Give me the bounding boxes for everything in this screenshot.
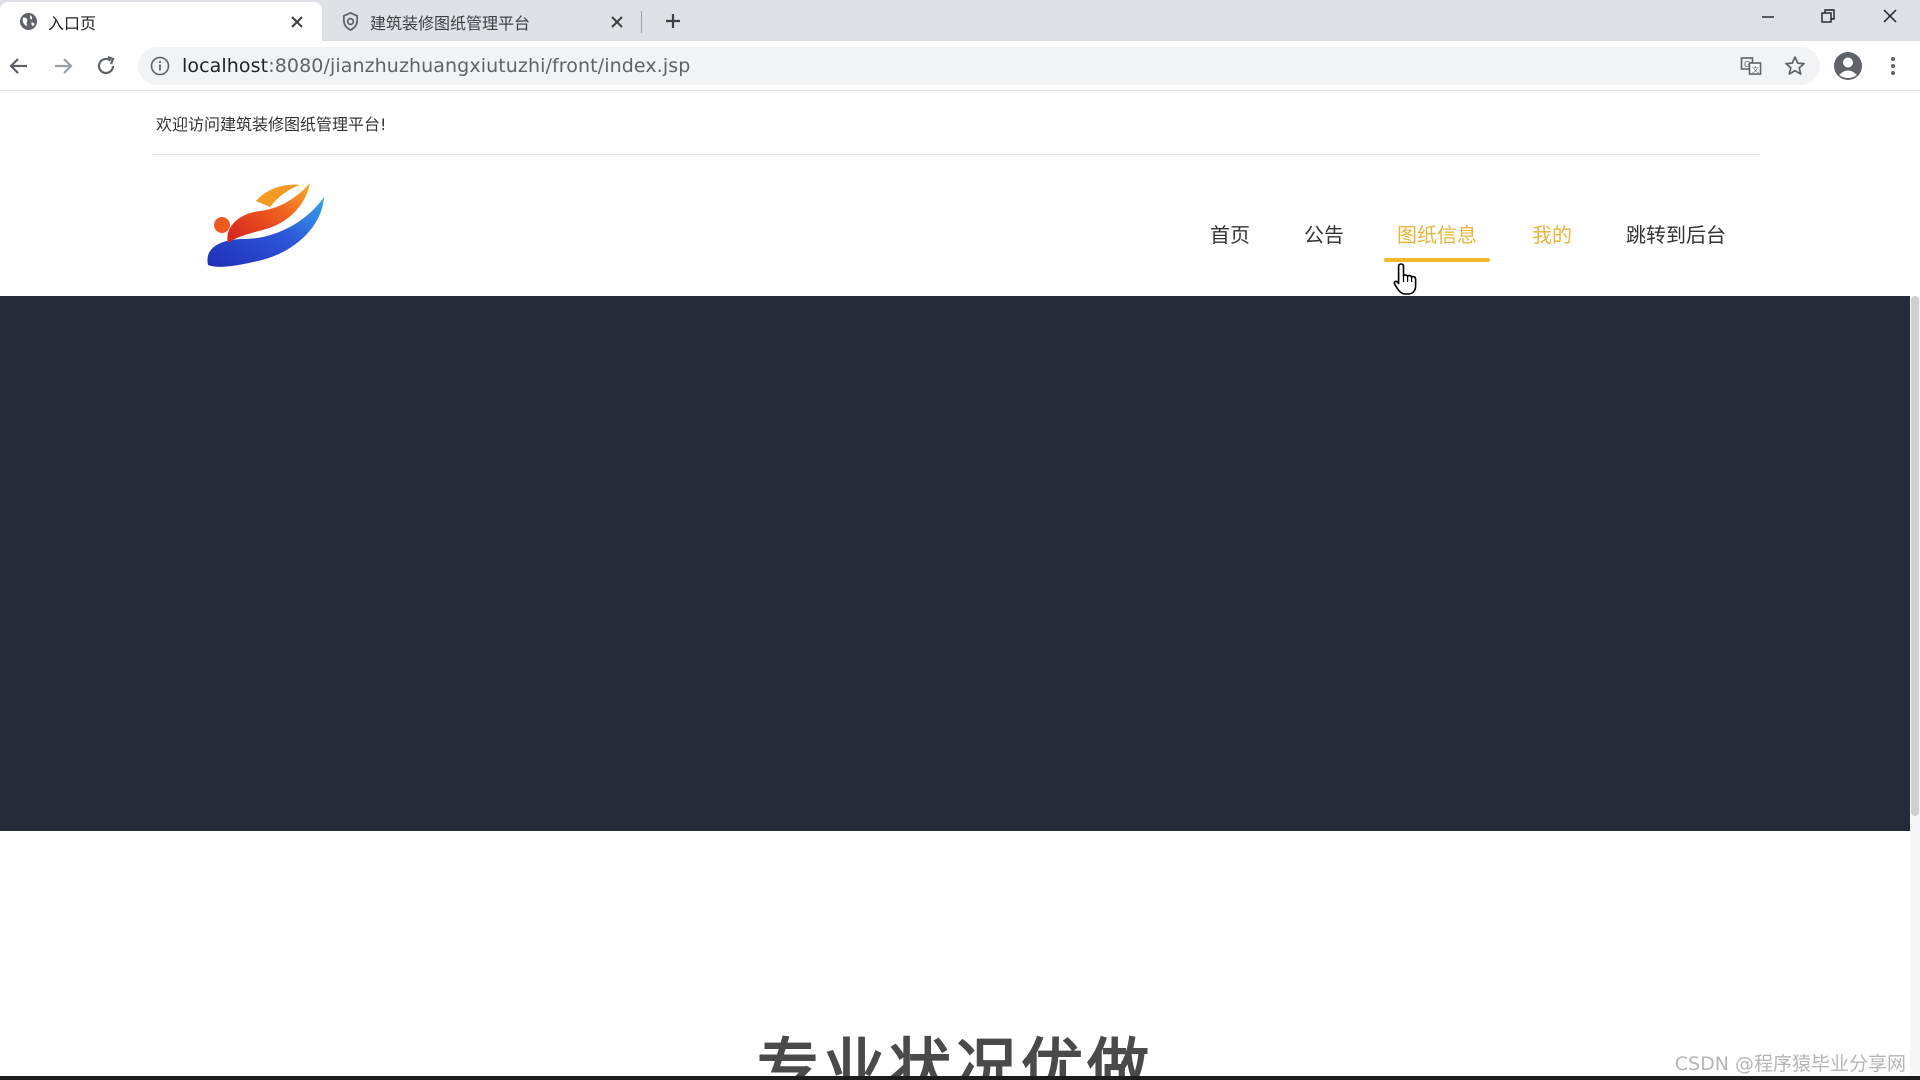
browser-tab-active[interactable]: 入口页 (0, 2, 322, 41)
welcome-text: 欢迎访问建筑装修图纸管理平台! (156, 115, 387, 134)
back-button[interactable] (2, 49, 36, 83)
scrollbar-thumb[interactable] (1911, 296, 1919, 816)
nav-item-drawings[interactable]: 图纸信息 (1384, 219, 1490, 262)
banner-carousel[interactable] (0, 296, 1910, 831)
nav-item-label: 图纸信息 (1397, 223, 1477, 247)
reload-icon (97, 55, 115, 75)
nav-item-home[interactable]: 首页 (1208, 219, 1252, 255)
forward-button[interactable] (46, 49, 80, 83)
restore-icon (1821, 9, 1835, 23)
restore-button[interactable] (1798, 0, 1858, 32)
close-icon[interactable] (286, 11, 308, 33)
browser-toolbar: localhost:8080/jianzhuzhuangxiutuzhi/fro… (0, 41, 1920, 91)
url-path: :8080/jianzhuzhuangxiutuzhi/front/index.… (268, 55, 691, 77)
globe-icon (18, 12, 38, 32)
nav-item-announcements[interactable]: 公告 (1302, 219, 1346, 255)
watermark: CSDN @程序猿毕业分享网 (1674, 1053, 1906, 1075)
web-page: 欢迎访问建筑装修图纸管理平台! 首页 公告 图纸信息 我的 跳转到后台 专业状况… (0, 91, 1920, 1080)
reload-button[interactable] (89, 49, 123, 83)
browser-tab-inactive[interactable]: 建筑装修图纸管理平台 (322, 2, 642, 41)
info-icon[interactable] (148, 54, 172, 78)
header-divider (152, 154, 1760, 155)
close-icon[interactable] (606, 11, 628, 33)
section-heading: 专业状况优做 (756, 1031, 1153, 1080)
back-arrow-icon (9, 58, 27, 74)
address-bar[interactable]: localhost:8080/jianzhuzhuangxiutuzhi/fro… (138, 47, 1820, 85)
hand-cursor-icon (1392, 262, 1420, 296)
window-close-button[interactable] (1860, 0, 1920, 32)
nav-item-label: 公告 (1304, 223, 1344, 247)
star-icon[interactable] (1778, 47, 1812, 85)
nav-item-label: 跳转到后台 (1626, 223, 1726, 247)
nav-item-label: 我的 (1532, 223, 1572, 247)
svg-text:G: G (1744, 60, 1750, 69)
translate-icon[interactable]: G 文 (1734, 47, 1768, 85)
minimize-button[interactable] (1738, 0, 1798, 32)
browser-tabstrip: 入口页 建筑装修图纸管理平台 (0, 0, 1920, 41)
site-logo[interactable] (200, 173, 332, 273)
profile-icon[interactable] (1832, 50, 1864, 82)
svg-text:文: 文 (1752, 65, 1759, 74)
tab-title: 入口页 (48, 13, 97, 33)
close-icon (1883, 9, 1897, 23)
forward-arrow-icon (55, 58, 73, 74)
more-vert-icon[interactable] (1878, 50, 1908, 82)
shield-icon (340, 12, 360, 32)
screen-bottom-edge (0, 1076, 1920, 1080)
tab-title: 建筑装修图纸管理平台 (370, 13, 531, 33)
nav-item-admin[interactable]: 跳转到后台 (1624, 219, 1728, 255)
nav-item-label: 首页 (1210, 223, 1250, 247)
nav-item-mine[interactable]: 我的 (1530, 219, 1574, 255)
url-text[interactable]: localhost:8080/jianzhuzhuangxiutuzhi/fro… (182, 55, 690, 77)
new-tab-button[interactable] (658, 7, 688, 35)
plus-icon (666, 14, 680, 28)
url-host: localhost (182, 55, 269, 77)
minimize-icon (1762, 16, 1774, 18)
